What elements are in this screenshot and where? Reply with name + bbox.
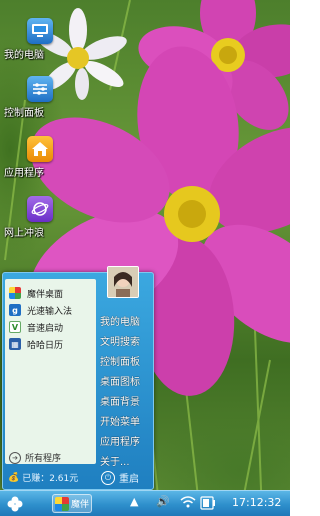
control-panel-icon <box>27 76 53 102</box>
pinwheel-icon <box>55 496 69 511</box>
earnings-text: 已赚：2.61元 <box>22 474 79 484</box>
taskbar-clock: 17:12:32 <box>232 496 282 509</box>
all-programs-button[interactable]: ➔ 所有程序 <box>9 451 61 464</box>
menu-item-desktop-icons[interactable]: 桌面图标 <box>100 373 140 388</box>
menu-item-applications[interactable]: 应用程序 <box>100 433 140 448</box>
app-item-launcher[interactable]: V 音速启动 <box>9 319 63 335</box>
start-menu: 魔伴桌面 g 光速输入法 V 音速启动 ▦ 哈哈日历 ➔ 所有程序 我的电脑 文… <box>2 266 154 490</box>
volume-icon[interactable]: 🔊 <box>156 495 170 508</box>
taskbar: 魔伴 ▲ 🔊 17:12:32 <box>0 490 290 516</box>
app-item-pinwheel-desktop[interactable]: 魔伴桌面 <box>9 285 63 301</box>
computer-icon <box>27 18 53 44</box>
calendar-icon: ▦ <box>9 338 21 350</box>
app-item-input-method[interactable]: g 光速输入法 <box>9 302 72 318</box>
clover-icon <box>7 496 23 512</box>
applications-icon <box>27 136 53 162</box>
user-avatar[interactable] <box>107 266 139 298</box>
start-menu-footer: 💰 已赚：2.61元 ⏻ 重启 <box>3 467 153 489</box>
tray-expand-icon[interactable]: ▲ <box>130 495 138 508</box>
taskbar-app-label: 魔伴 <box>71 500 90 510</box>
app-item-label: 音速启动 <box>27 323 64 334</box>
input-method-icon: g <box>9 304 21 316</box>
power-icon: ⏻ <box>101 470 115 485</box>
taskbar-app-mobian[interactable]: 魔伴 <box>52 494 92 513</box>
desktop-icon-label: 网上冲浪 <box>4 228 44 239</box>
desktop-icon-control-panel[interactable]: 控制面板 <box>4 76 68 119</box>
desktop-icon-label: 应用程序 <box>4 168 44 179</box>
coin-bag-icon: 💰 <box>8 472 20 483</box>
app-item-label: 哈哈日历 <box>27 340 64 351</box>
restart-label: 重启 <box>119 474 139 485</box>
start-menu-app-list: 魔伴桌面 g 光速输入法 V 音速启动 ▦ 哈哈日历 ➔ 所有程序 <box>5 279 96 464</box>
pinwheel-icon <box>9 287 21 299</box>
desktop-icon-label: 控制面板 <box>4 108 44 119</box>
app-item-calendar[interactable]: ▦ 哈哈日历 <box>9 336 63 352</box>
menu-item-control-panel[interactable]: 控制面板 <box>100 353 140 368</box>
app-item-label: 光速输入法 <box>27 306 73 317</box>
menu-item-my-computer[interactable]: 我的电脑 <box>100 313 140 328</box>
arrow-right-icon: ➔ <box>9 451 21 464</box>
desktop-icon-label: 我的电脑 <box>4 50 44 61</box>
start-button[interactable] <box>6 495 24 513</box>
desktop-icon-applications[interactable]: 应用程序 <box>4 136 68 179</box>
battery-icon[interactable] <box>200 496 216 513</box>
menu-item-desktop-background[interactable]: 桌面背景 <box>100 393 140 408</box>
all-programs-label: 所有程序 <box>25 454 62 464</box>
earnings-status: 💰 已赚：2.61元 <box>8 471 79 485</box>
launcher-icon: V <box>9 321 21 333</box>
desktop-icon-my-computer[interactable]: 我的电脑 <box>4 18 68 61</box>
menu-item-search[interactable]: 文明搜索 <box>100 333 140 348</box>
restart-button[interactable]: ⏻ 重启 <box>101 470 139 485</box>
menu-item-start-menu[interactable]: 开始菜单 <box>100 413 140 428</box>
desktop-icon-browser[interactable]: 网上冲浪 <box>4 196 68 239</box>
menu-item-about[interactable]: 关于... <box>100 453 130 468</box>
browser-icon <box>27 196 53 222</box>
app-item-label: 魔伴桌面 <box>27 289 64 300</box>
wifi-icon[interactable] <box>180 495 196 512</box>
